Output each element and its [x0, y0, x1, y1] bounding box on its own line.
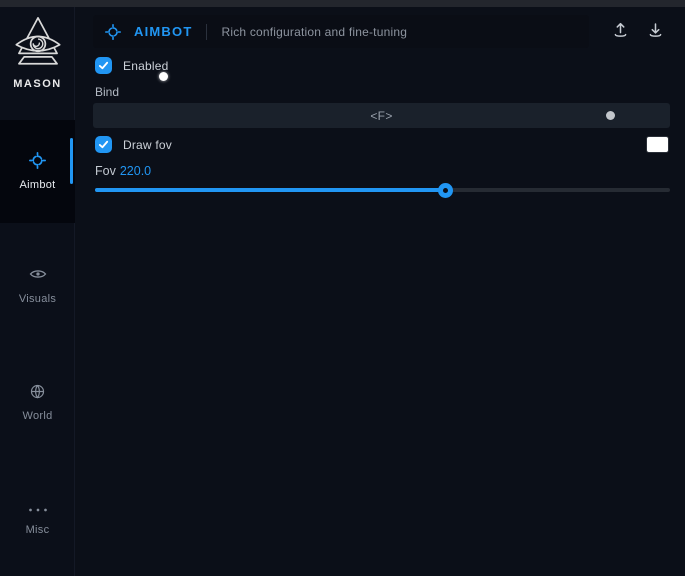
bind-key-input[interactable]: <F>: [93, 103, 670, 128]
fov-slider-handle[interactable]: [438, 183, 453, 198]
sidebar-item-label: Misc: [26, 524, 50, 536]
ellipsis-icon: [28, 501, 48, 519]
section-header: AIMBOT Rich configuration and fine-tunin…: [93, 15, 589, 48]
fov-slider-label: Fov 220.0: [95, 164, 151, 178]
export-config-button[interactable]: [607, 18, 633, 44]
sidebar-item-label: Aimbot: [19, 179, 55, 191]
window-top-edge: [0, 0, 685, 7]
sidebar-item-world[interactable]: World: [0, 379, 75, 429]
brand-name: MASON: [13, 78, 61, 90]
crosshair-icon: [29, 152, 46, 174]
fov-label-text: Fov: [95, 164, 116, 178]
sidebar: MASON Aimbot Visuals: [0, 7, 75, 576]
upload-icon: [612, 21, 629, 42]
enabled-label: Enabled: [123, 59, 168, 73]
sidebar-item-misc[interactable]: Misc: [0, 493, 75, 543]
active-tab-indicator: [70, 138, 73, 184]
sidebar-item-visuals[interactable]: Visuals: [0, 261, 75, 311]
crosshair-icon: [105, 24, 121, 40]
sidebar-item-label: Visuals: [19, 293, 56, 305]
bind-label: Bind: [95, 85, 119, 99]
app-window: MASON Aimbot Visuals: [0, 0, 685, 576]
sidebar-item-aimbot[interactable]: Aimbot: [0, 120, 75, 223]
bind-key-value: <F>: [370, 109, 392, 123]
draw-fov-label: Draw fov: [123, 138, 172, 152]
import-config-button[interactable]: [642, 18, 668, 44]
fov-slider-fill: [95, 188, 446, 192]
fov-color-swatch[interactable]: [647, 137, 668, 152]
checkbox-checked-icon: [95, 136, 112, 153]
page-subtitle: Rich configuration and fine-tuning: [221, 25, 407, 39]
fov-value: 220.0: [120, 164, 151, 178]
brand-logo: MASON: [0, 15, 75, 90]
checkbox-checked-icon: [95, 57, 112, 74]
globe-icon: [29, 383, 46, 405]
fov-slider[interactable]: [95, 182, 670, 198]
enabled-checkbox[interactable]: Enabled: [95, 57, 168, 74]
page-title: AIMBOT: [134, 24, 192, 39]
mason-eye-pyramid-icon: [12, 15, 64, 76]
header-divider: [206, 24, 207, 40]
eye-icon: [29, 265, 47, 288]
draw-fov-checkbox[interactable]: Draw fov: [95, 136, 172, 153]
mouse-cursor-dot: [159, 72, 168, 81]
download-icon: [647, 21, 664, 42]
sidebar-item-label: World: [22, 410, 52, 422]
bind-field-dot: [606, 111, 615, 120]
